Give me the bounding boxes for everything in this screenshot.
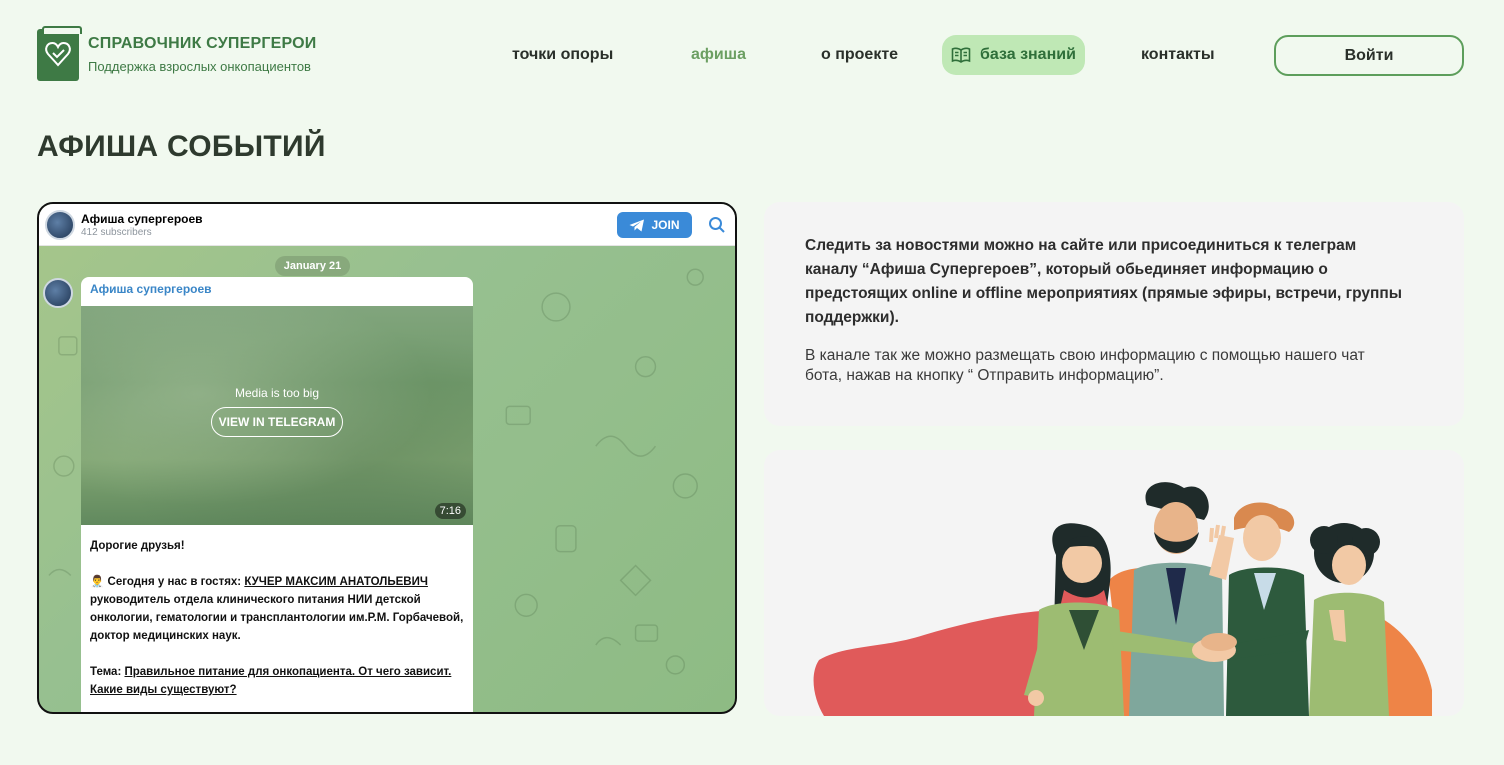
superheroes-team-illustration [813,482,1432,716]
video-duration: 7:16 [434,503,466,519]
nav-item-knowledge-base[interactable]: база знаний [942,35,1085,75]
date-divider: January 21 [275,256,350,276]
guest-name[interactable]: КУЧЕР МАКСИМ АНАТОЛЬЕВИЧ [244,576,428,588]
channel-avatar [45,210,75,240]
subscriber-count: 412 subscribers [81,227,152,238]
nav-item-support-points[interactable]: точки опоры [512,35,613,75]
join-label: JOIN [651,218,680,232]
message-author[interactable]: Афиша супергероев [90,282,212,296]
nav-item-events[interactable]: афиша [691,35,746,75]
login-button[interactable]: Войти [1274,35,1464,76]
topic-prefix: Тема: [90,666,125,678]
message-text: Дорогие друзья! 👨‍⚕️ Сегодня у нас в гос… [90,537,465,712]
telegram-widget: Афиша супергероев 412 subscribers JOIN J… [37,202,737,714]
message-guest: 👨‍⚕️ Сегодня у нас в гостях: КУЧЕР МАКСИ… [90,573,465,645]
nav-item-contacts[interactable]: контакты [1141,35,1214,75]
info-primary-text: Следить за новостями можно на сайте или … [805,237,1402,326]
media-notice: Media is too big [234,386,320,400]
telegram-header: Афиша супергероев 412 subscribers JOIN [39,204,735,246]
message-topic: Тема: Правильное питание для онкопациент… [90,663,465,699]
message-avatar [43,278,73,308]
message-greeting: Дорогие друзья! [90,540,185,552]
topic-link[interactable]: Правильное питание для онкопациента. От … [90,666,451,696]
nav-knowledge-label: база знаний [980,46,1076,63]
superheroes-illustration-card [764,450,1464,716]
channel-name: Афиша супергероев [81,212,203,226]
guest-prefix: 👨‍⚕️ Сегодня у нас в гостях: [90,576,245,588]
join-button[interactable]: JOIN [617,212,692,238]
blurred-video-preview: Media is too big VIEW IN TELEGRAM 7:16 [81,306,473,525]
nav-item-about[interactable]: о проекте [821,35,898,75]
telegram-message: Афиша супергероев Media is too big VIEW … [81,277,473,712]
page-title: АФИША СОБЫТИЙ [37,130,326,163]
info-card: Следить за новостями можно на сайте или … [764,202,1464,426]
search-icon[interactable] [708,216,726,234]
guest-description: руководитель отдела клинического питания… [90,594,464,642]
telegram-plane-icon [629,219,645,231]
view-in-telegram-button[interactable]: VIEW IN TELEGRAM [211,407,343,437]
info-secondary-text: В канале так же можно размещать свою инф… [805,347,1365,384]
book-icon [951,47,971,63]
